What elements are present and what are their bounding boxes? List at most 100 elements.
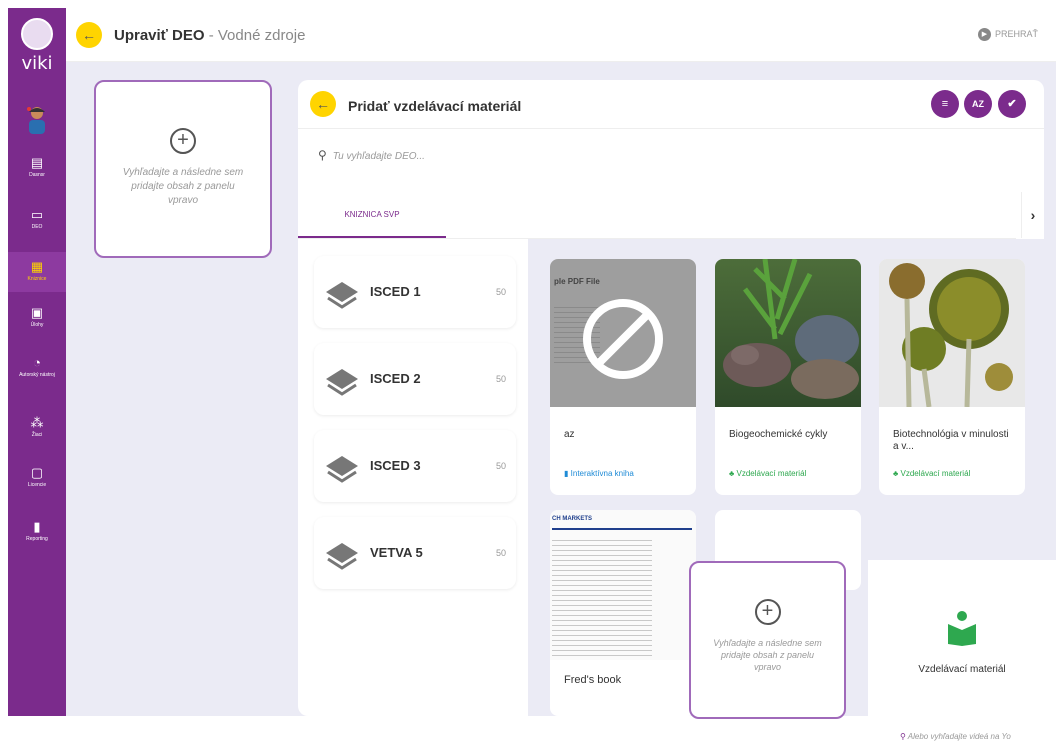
search-bar[interactable]: ⚲ Tu vyhľadajte DEO...: [318, 148, 425, 162]
layers-icon: [326, 456, 358, 483]
deo-icon: ▭: [30, 207, 44, 222]
arrow-left-icon: ←: [82, 27, 96, 43]
material-card[interactable]: Biogeochemické cykly ♣ Vzdelávací materi…: [715, 259, 861, 495]
layers-icon: [326, 282, 358, 309]
plants-image: [889, 263, 1013, 408]
sidebar-item-deo[interactable]: ▭ DEO: [8, 208, 66, 246]
youtube-search-input[interactable]: Alebo vyhľadajte videá na Yo: [908, 732, 1011, 741]
sidebar-item-author-tool[interactable]: ◔ Autorský nástroj: [8, 356, 66, 400]
add-circle-icon: +: [170, 128, 196, 154]
card-category: ♣ Vzdelávací materiál: [893, 469, 970, 478]
sidebar-item-tasks[interactable]: ▣ Úlohy: [8, 306, 66, 344]
material-card[interactable]: CH MARKETS Fred's book: [550, 510, 696, 716]
sidebar-item-label: Úlohy: [30, 322, 44, 328]
level-count: 50: [495, 287, 506, 297]
card-title: az: [564, 429, 575, 440]
reader-icon: [948, 611, 976, 646]
sidebar-item-dashboard[interactable]: ▤ Dasnsr: [8, 156, 66, 194]
level-count: 50: [495, 548, 506, 558]
level-item[interactable]: ISCED 2 50: [314, 343, 516, 415]
level-name: VETVA 5: [370, 545, 423, 560]
no-preview-icon: [583, 299, 663, 379]
level-name: ISCED 1: [370, 284, 421, 299]
card-title: Biotechnológia v minulosti a v...: [893, 429, 1009, 452]
logo-text: viki: [21, 53, 53, 74]
filter-icon: ≡: [941, 98, 949, 110]
book-icon: ▮: [564, 469, 569, 478]
search-icon: ⚲: [900, 732, 906, 741]
page-subtitle: - Vodné zdroje: [208, 27, 306, 44]
ecosystem-image: [723, 259, 859, 399]
level-count: 50: [495, 461, 506, 471]
dropzone-text: Vyhľadajte a následne sem pridajte obsah…: [713, 638, 822, 672]
level-name: ISCED 2: [370, 371, 421, 386]
play-icon: ▶: [977, 28, 991, 41]
sidebar-item-label: Žiaci: [31, 432, 43, 438]
check-all-button[interactable]: ✔: [998, 90, 1026, 118]
material-type-card[interactable]: Vzdelávací materiál ⚲ Alebo vyhľadajte v…: [868, 560, 1056, 749]
thumb-lines: [552, 536, 652, 656]
sidebar-item-licenses[interactable]: ▢ Licencie: [8, 466, 66, 504]
card-thumbnail: [879, 259, 1025, 408]
level-item[interactable]: ISCED 3 50: [314, 430, 516, 502]
filter-button[interactable]: ≡: [931, 90, 959, 118]
layers-icon: [326, 369, 358, 396]
user-avatar[interactable]: [26, 106, 48, 134]
chevron-right-icon[interactable]: ›: [1021, 192, 1044, 238]
arrow-left-icon: ←: [316, 96, 330, 112]
card-category: ♣ Vzdelávací materiál: [729, 469, 806, 478]
card-thumbnail: [715, 259, 861, 407]
sidebar-item-label: Autorský nástroj: [19, 372, 55, 378]
youtube-search[interactable]: ⚲ Alebo vyhľadajte videá na Yo: [900, 732, 1011, 741]
card-category: ▮ Interaktívna kniha: [564, 469, 634, 478]
sidebar-item-label: Dasnsr: [29, 172, 45, 178]
panel-back-button[interactable]: ←: [310, 91, 336, 117]
sidebar-item-label: DEO: [31, 224, 43, 230]
card-category-label: Vzdelávací materiál: [736, 469, 807, 478]
material-card[interactable]: ple PDF File az ▮ Interaktívna kniha: [550, 259, 696, 495]
sort-az-button[interactable]: AZ: [964, 90, 992, 118]
material-card[interactable]: Biotechnológia v minulosti a v... ♣ Vzde…: [879, 259, 1025, 495]
add-circle-icon: +: [754, 599, 781, 625]
back-button[interactable]: ←: [76, 22, 102, 48]
card-thumbnail: ple PDF File: [550, 259, 696, 407]
sidebar-item-label: Licencie: [27, 482, 47, 488]
level-name: ISCED 3: [370, 458, 421, 473]
play-label: PREHRAŤ: [994, 28, 1038, 39]
sidebar: viki ▤ Dasnsr ▭ DEO ▦ Kniznice ▣ Úlohy ◔…: [8, 8, 66, 716]
students-icon: ⁂: [30, 415, 44, 430]
level-item[interactable]: VETVA 5 50: [314, 517, 516, 589]
card-title: Biogeochemické cykly: [729, 429, 828, 440]
viki-logo[interactable]: [21, 18, 53, 50]
thumb-heading: CH MARKETS: [552, 516, 592, 522]
grid-icon: ▦: [30, 259, 44, 274]
search-input[interactable]: Tu vyhľadajte DEO...: [333, 151, 425, 162]
sort-az-icon: AZ: [972, 99, 984, 109]
sidebar-item-label: Kniznice: [27, 276, 47, 282]
page-title: Upraviť DEO - Vodné zdroje: [114, 27, 305, 44]
content-dropzone[interactable]: + Vyhľadajte a následne sem pridajte obs…: [94, 80, 272, 258]
divider: [298, 128, 1044, 129]
license-icon: ▢: [30, 465, 44, 480]
card-category-label: Interaktívna kniha: [570, 469, 634, 478]
dropzone-preview[interactable]: + Vyhľadajte a následne sem pridajte obs…: [689, 561, 846, 719]
author-icon: ◔: [33, 355, 41, 370]
top-bar: ← Upraviť DEO - Vodné zdroje ▶ PREHRAŤ: [66, 8, 1056, 62]
panel-title: Pridať vzdelávací materiál: [348, 98, 522, 114]
tab-library[interactable]: KNIZNICA SVP: [298, 192, 446, 238]
thumb-bar: [552, 528, 692, 530]
dropzone-text: Vyhľadajte a následne sem pridajte obsah…: [122, 167, 244, 206]
play-button[interactable]: ▶ PREHRAŤ: [977, 28, 1038, 41]
sidebar-item-library[interactable]: ▦ Kniznice: [8, 252, 66, 292]
sidebar-item-reporting[interactable]: ▮ Reporting: [8, 520, 66, 558]
card-title: Fred's book: [564, 674, 622, 686]
card-category-label: Vzdelávací materiál: [900, 469, 971, 478]
title-text: Upraviť DEO: [114, 27, 205, 44]
material-type-label: Vzdelávací materiál: [918, 664, 1006, 675]
chart-icon: ▮: [33, 519, 41, 534]
level-item[interactable]: ISCED 1 50: [314, 256, 516, 328]
sidebar-item-students[interactable]: ⁂ Žiaci: [8, 416, 66, 454]
search-icon: ⚲: [318, 148, 327, 162]
dashboard-icon: ▤: [30, 155, 44, 170]
level-count: 50: [495, 374, 506, 384]
